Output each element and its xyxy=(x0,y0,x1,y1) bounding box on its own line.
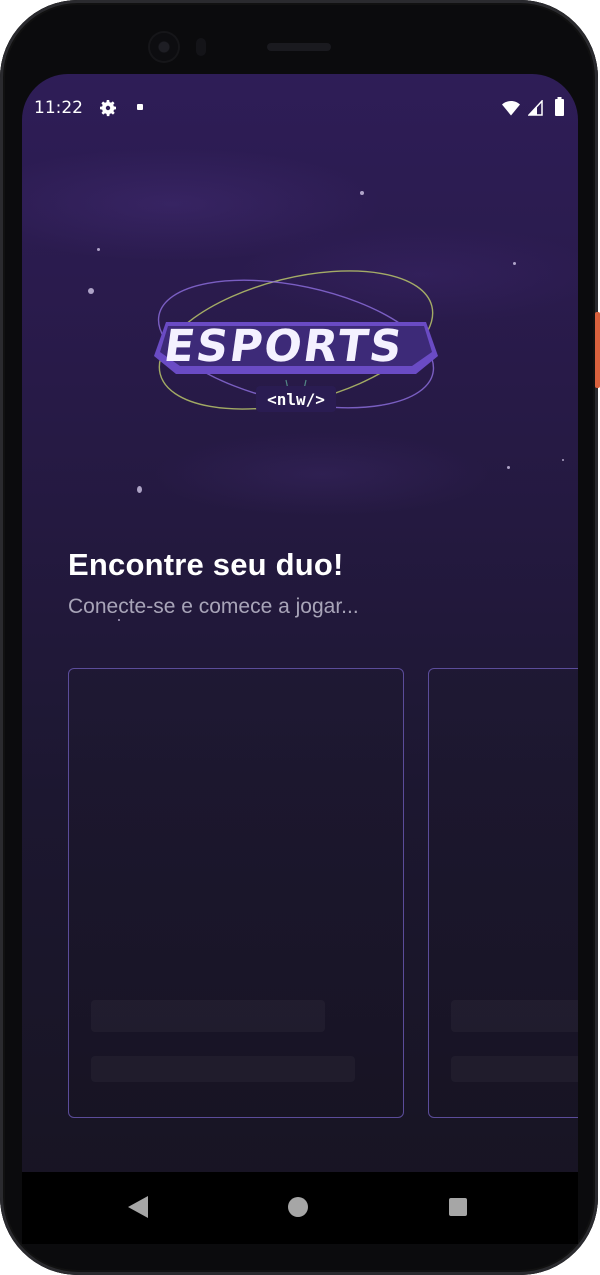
card-title-placeholder xyxy=(91,1000,325,1032)
status-bar: 11:22 xyxy=(22,74,578,144)
back-icon[interactable] xyxy=(128,1196,148,1218)
page-subtitle: Conecte-se e comece a jogar... xyxy=(68,595,359,618)
background-star xyxy=(137,486,142,493)
background-star xyxy=(88,288,94,294)
wifi-icon xyxy=(502,101,520,116)
volume-button xyxy=(595,312,600,388)
app-screen: 11:22 ESPORTS <nlw/> Encontre seu duo! C… xyxy=(22,74,578,1244)
gear-icon xyxy=(100,100,116,117)
background-star xyxy=(97,248,100,251)
esports-nlw-logo: ESPORTS <nlw/> xyxy=(154,270,438,412)
phone-frame: 11:22 ESPORTS <nlw/> Encontre seu duo! C… xyxy=(0,0,598,1275)
home-icon[interactable] xyxy=(288,1197,308,1217)
front-camera xyxy=(150,33,178,61)
notification-dot-icon xyxy=(137,104,143,110)
page-title: Encontre seu duo! xyxy=(68,547,344,582)
earpiece-speaker xyxy=(267,43,331,51)
background-star xyxy=(360,191,364,195)
status-time: 11:22 xyxy=(34,98,83,118)
background-star xyxy=(513,262,516,265)
logo-wordmark: ESPORTS xyxy=(161,321,407,372)
proximity-sensor xyxy=(196,38,206,56)
game-card[interactable] xyxy=(68,668,404,1118)
background-star xyxy=(118,619,120,621)
system-nav-bar xyxy=(22,1172,578,1244)
background-star xyxy=(507,466,510,469)
logo-tag: <nlw/> xyxy=(267,390,325,409)
signal-icon xyxy=(528,100,543,116)
background-star xyxy=(562,459,564,461)
card-subtitle-placeholder xyxy=(91,1056,355,1082)
card-subtitle-placeholder xyxy=(451,1056,578,1082)
battery-icon xyxy=(555,97,564,116)
game-card[interactable] xyxy=(428,668,578,1118)
card-title-placeholder xyxy=(451,1000,578,1032)
recents-icon[interactable] xyxy=(449,1198,467,1216)
